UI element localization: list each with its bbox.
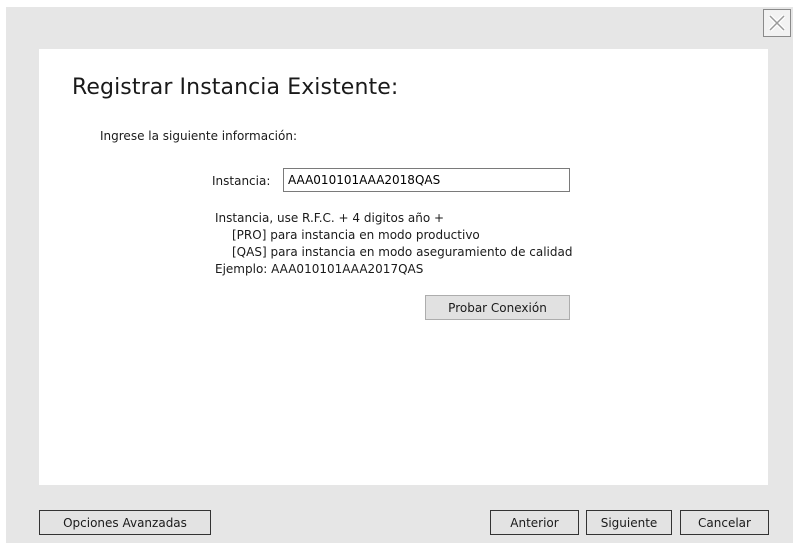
help-line-3: [QAS] para instancia en modo aseguramien… [232,245,573,259]
previous-button[interactable]: Anterior [490,510,579,535]
next-button[interactable]: Siguiente [586,510,672,535]
instance-label: Instancia: [212,174,271,188]
instructions-text: Ingrese la siguiente información: [100,129,297,143]
cancel-button[interactable]: Cancelar [680,510,769,535]
example-text: Ejemplo: AAA010101AAA2017QAS [215,262,424,276]
instance-input[interactable] [283,168,570,192]
advanced-options-button[interactable]: Opciones Avanzadas [39,510,211,535]
close-button[interactable] [763,9,791,37]
help-line-2: [PRO] para instancia en modo productivo [232,228,480,242]
page-title: Registrar Instancia Existente: [72,75,399,100]
help-line-1: Instancia, use R.F.C. + 4 digitos año + [215,211,445,225]
test-connection-button[interactable]: Probar Conexión [425,295,570,320]
close-icon [768,14,786,32]
